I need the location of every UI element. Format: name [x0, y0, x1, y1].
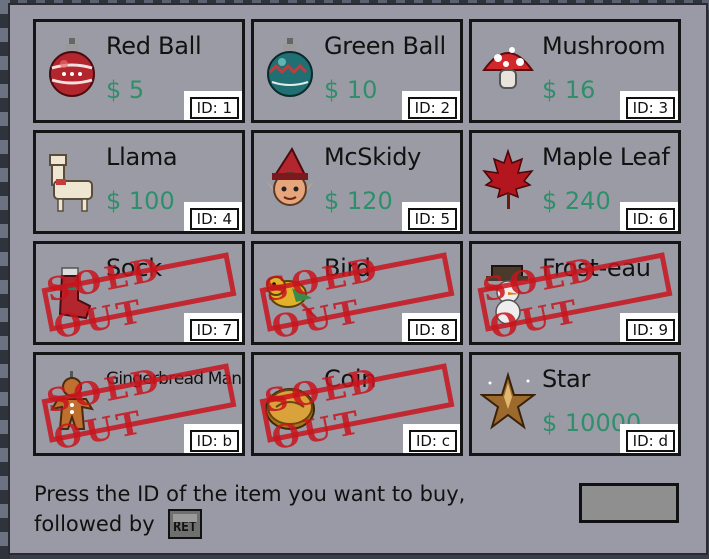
item-name: Coin — [324, 365, 377, 393]
item-name: Star — [542, 365, 591, 393]
item-price: $ 16 — [542, 76, 596, 104]
item-name: Frost-eau — [542, 254, 651, 282]
shop-item-llama[interactable]: Llama $ 100 ID: 4 — [33, 130, 245, 234]
item-name: Mushroom — [542, 32, 666, 60]
item-name: Llama — [106, 143, 178, 171]
shop-item-red-ball[interactable]: Red Ball $ 5 ID: 1 — [33, 19, 245, 123]
item-name: Red Ball — [106, 32, 202, 60]
green-ornament-icon — [267, 38, 313, 97]
item-id-badge: ID: 1 — [183, 91, 242, 120]
instructions-line-1: Press the ID of the item you want to buy… — [34, 482, 466, 506]
item-id-badge: ID: 2 — [401, 91, 460, 120]
llama-icon — [49, 154, 93, 212]
item-id-badge: ID: 6 — [619, 202, 678, 231]
shop-item-green-ball[interactable]: Green Ball $ 10 ID: 2 — [251, 19, 463, 123]
maple-leaf-icon — [482, 148, 534, 209]
item-id-badge: ID: b — [183, 424, 242, 453]
item-name: Green Ball — [324, 32, 446, 60]
shop-item-gingerbread-man[interactable]: Gingerbread Man SOLD OUT ID: b — [33, 352, 245, 456]
item-id-badge: ID: d — [619, 424, 678, 453]
item-name: Gingerbread Man — [106, 369, 242, 389]
item-id-badge: ID: 4 — [183, 202, 242, 231]
star-icon — [480, 371, 536, 430]
mushroom-icon — [482, 47, 534, 89]
item-id-badge: ID: 9 — [619, 313, 678, 342]
snowman-icon — [486, 265, 528, 324]
shop-item-mcskidy[interactable]: McSkidy $ 120 ID: 5 — [251, 130, 463, 234]
item-price: $ 100 — [106, 187, 175, 215]
purchase-instructions: Press the ID of the item you want to buy… — [34, 479, 465, 539]
gingerbread-icon — [49, 371, 95, 430]
shop-panel: Red Ball $ 5 ID: 1 Green Ball $ 10 ID: 2… — [8, 3, 708, 555]
item-name: McSkidy — [324, 143, 422, 171]
shop-item-maple-leaf[interactable]: Maple Leaf $ 240 ID: 6 — [469, 130, 681, 234]
coin-icon — [265, 388, 315, 430]
sock-icon — [58, 267, 92, 320]
item-price: $ 5 — [106, 76, 145, 104]
item-price: $ 120 — [324, 187, 393, 215]
item-name: Bird — [324, 254, 371, 282]
item-id-badge: ID: c — [402, 424, 460, 453]
item-id-badge: ID: 3 — [619, 91, 678, 120]
shop-item-mushroom[interactable]: Mushroom $ 16 ID: 3 — [469, 19, 681, 123]
item-price: $ 10 — [324, 76, 378, 104]
shop-item-coin[interactable]: Coin SOLD OUT ID: c — [251, 352, 463, 456]
instructions-line-2: followed by — [34, 512, 155, 536]
item-price: $ 240 — [542, 187, 611, 215]
item-id-badge: ID: 7 — [183, 313, 242, 342]
shop-item-bird[interactable]: Bird SOLD OUT ID: 8 — [251, 241, 463, 345]
shop-item-star[interactable]: Star $ 10000 ID: d — [469, 352, 681, 456]
return-key-icon: RET — [168, 509, 202, 539]
red-ornament-icon — [49, 38, 95, 97]
bird-icon — [262, 276, 318, 320]
item-id-input[interactable] — [579, 483, 679, 523]
shop-item-sock[interactable]: Sock SOLD OUT ID: 7 — [33, 241, 245, 345]
item-name: Maple Leaf — [542, 143, 670, 171]
item-name: Sock — [106, 254, 162, 282]
item-id-badge: ID: 5 — [401, 202, 460, 231]
item-id-badge: ID: 8 — [401, 313, 460, 342]
elf-icon — [266, 147, 314, 206]
shop-item-frost-eau[interactable]: Frost-eau SOLD OUT ID: 9 — [469, 241, 681, 345]
